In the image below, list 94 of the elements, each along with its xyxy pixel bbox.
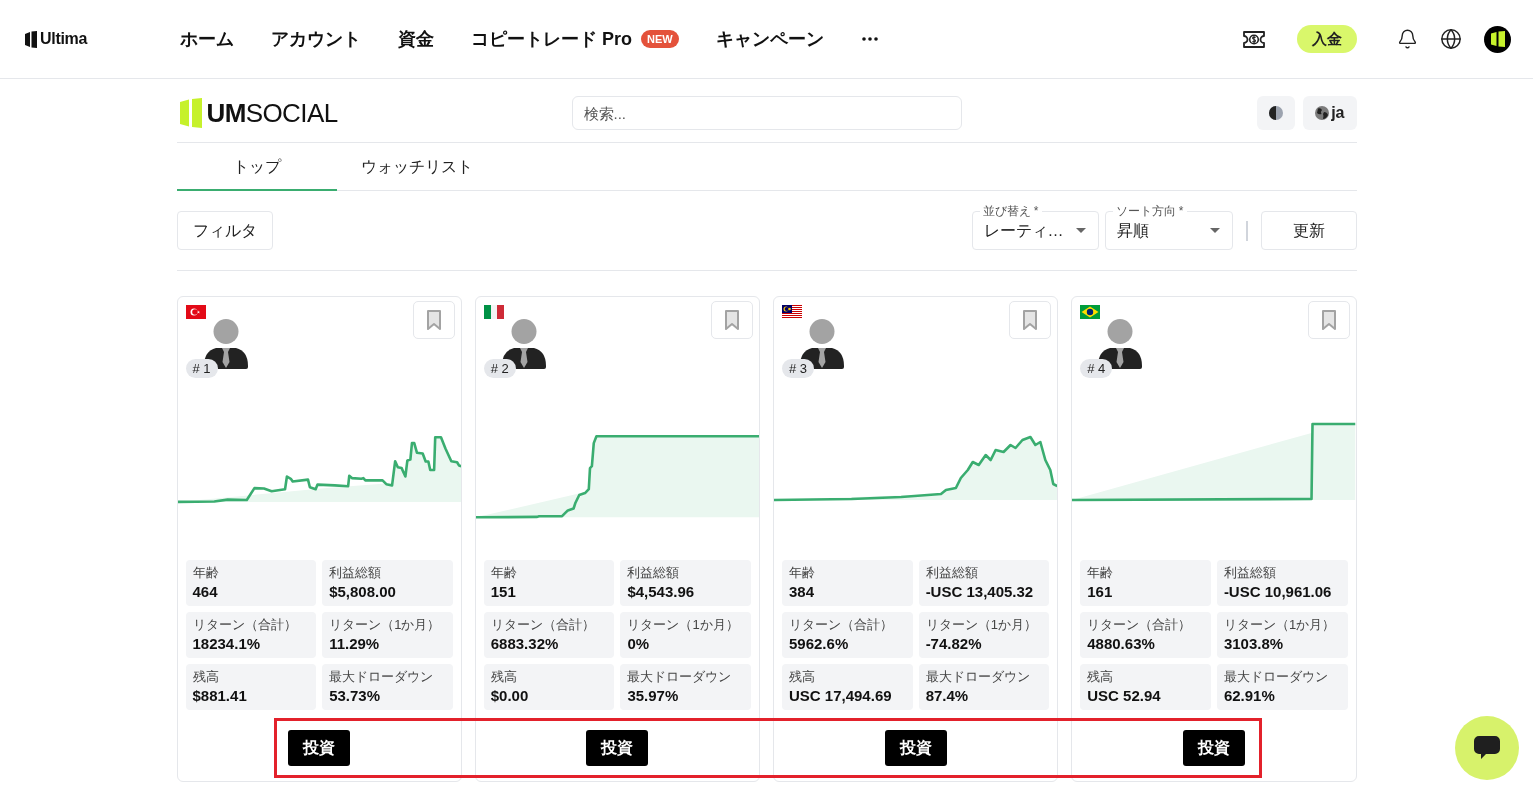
stat-label: 年齢 [789, 564, 815, 582]
filter-button[interactable]: フィルタ [176, 211, 273, 250]
stat-label: 利益総額 [329, 564, 382, 582]
globe-icon [1440, 28, 1462, 50]
stat-value: $4,543.96 [627, 582, 695, 602]
stat-label: 最大ドローダウン [925, 668, 1030, 686]
nav-link[interactable]: コピートレード Pro [471, 25, 632, 53]
language-menu-button[interactable] [1440, 28, 1462, 50]
field-label: ソート方向 * [1112, 204, 1187, 218]
stat-label: 最大ドローダウン [329, 668, 434, 686]
notification-button[interactable] [1397, 28, 1418, 50]
stat-value: -USC 10,961.06 [1223, 582, 1332, 602]
invest-button[interactable]: 投資 [288, 730, 351, 766]
stat-value: 35.97% [627, 686, 679, 706]
search-field[interactable]: 検索... [571, 96, 962, 130]
stat-value: USC 17,494.69 [789, 686, 892, 706]
banknote-icon [1242, 29, 1266, 49]
stat-label: 年齢 [192, 564, 219, 582]
flag-icon [185, 305, 206, 319]
stat-label: リターン（1か月） [329, 616, 441, 634]
stat-value: 18234.1% [192, 634, 261, 654]
stat-label: 残高 [490, 668, 517, 686]
logo-icon [179, 98, 202, 128]
profile-button[interactable] [1484, 25, 1511, 53]
more-icon [861, 37, 878, 41]
stat-value: 0% [627, 634, 650, 654]
wallet-button[interactable] [1242, 29, 1266, 49]
stat-value: -74.82% [925, 634, 982, 654]
nav-link[interactable]: キャンペーン [715, 25, 824, 53]
stat-label: リターン（合計） [192, 616, 297, 634]
stat-label: 利益総額 [1223, 564, 1276, 582]
stat-label: 利益総額 [925, 564, 978, 582]
stat-value: 87.4% [925, 686, 969, 706]
bell-icon [1397, 28, 1418, 50]
rank-badge: # 2 [483, 359, 516, 378]
globe-icon [1315, 106, 1330, 120]
stat-label: 残高 [1087, 668, 1114, 686]
caret-icon [1209, 228, 1220, 233]
stat-label: リターン（1か月） [627, 616, 739, 634]
stat-value: 151 [490, 582, 516, 602]
stat-label: 年齢 [490, 564, 517, 582]
stat-value: 464 [192, 582, 218, 602]
stat-value: 3103.8% [1223, 634, 1284, 654]
stat-label: 残高 [192, 668, 219, 686]
invest-button[interactable]: 投資 [586, 730, 649, 766]
flag-icon [483, 305, 504, 319]
invest-button[interactable]: 投資 [884, 730, 947, 766]
stat-label: 利益総額 [627, 564, 680, 582]
flag-icon [1080, 305, 1101, 319]
rank-badge: # 1 [185, 359, 218, 378]
refresh-button[interactable]: 更新 [1260, 211, 1357, 250]
stat-label: リターン（合計） [490, 616, 595, 634]
field-label: 並び替え * [979, 204, 1042, 218]
deposit-button[interactable]: 入金 [1297, 25, 1357, 53]
product-logo-text: UMSOCIAL [206, 98, 338, 128]
brand-name: Ultima [40, 29, 88, 49]
stat-label: 年齢 [1087, 564, 1114, 582]
contrast-icon [1269, 106, 1284, 120]
stat-value: $881.41 [192, 686, 247, 706]
rank-badge: # 4 [1080, 359, 1113, 378]
rank-badge: # 3 [782, 359, 815, 378]
stat-label: リターン（1か月） [925, 616, 1037, 634]
stat-label: 最大ドローダウン [1223, 668, 1328, 686]
theme-toggle-button[interactable] [1257, 96, 1296, 130]
language-button[interactable]: ja [1303, 96, 1357, 130]
logo-icon [1490, 31, 1505, 47]
stat-value: $5,808.00 [329, 582, 396, 602]
tab[interactable]: ウォッチリスト [336, 143, 497, 191]
tab[interactable]: トップ [176, 143, 337, 191]
stat-label: リターン（合計） [1087, 616, 1192, 634]
nav-link[interactable]: ホーム [180, 25, 234, 53]
invest-button[interactable]: 投資 [1182, 730, 1245, 766]
caret-icon [1075, 228, 1086, 233]
stat-value: -USC 13,405.32 [925, 582, 1034, 602]
stat-value: 5962.6% [789, 634, 849, 654]
stat-value: 53.73% [329, 686, 380, 706]
nav-link[interactable]: アカウント [271, 25, 361, 53]
stat-label: 残高 [789, 668, 815, 686]
stat-label: リターン（合計） [789, 616, 893, 634]
chat-icon [1474, 736, 1500, 760]
stat-label: リターン（1か月） [1223, 616, 1336, 634]
stat-value: 11.29% [329, 634, 380, 654]
stat-value: $0.00 [490, 686, 529, 706]
stat-value: 384 [789, 582, 815, 602]
logo-icon [25, 30, 37, 48]
stat-value: 62.91% [1223, 686, 1275, 706]
stat-value: 161 [1087, 582, 1113, 602]
new-badge: NEW [641, 30, 679, 48]
nav-link[interactable]: 資金 [398, 25, 434, 53]
stat-value: 6883.32% [490, 634, 559, 654]
flag-icon [782, 305, 802, 319]
stat-label: 最大ドローダウン [627, 668, 732, 686]
stat-value: 4880.63% [1087, 634, 1155, 654]
stat-value: USC 52.94 [1087, 686, 1161, 706]
